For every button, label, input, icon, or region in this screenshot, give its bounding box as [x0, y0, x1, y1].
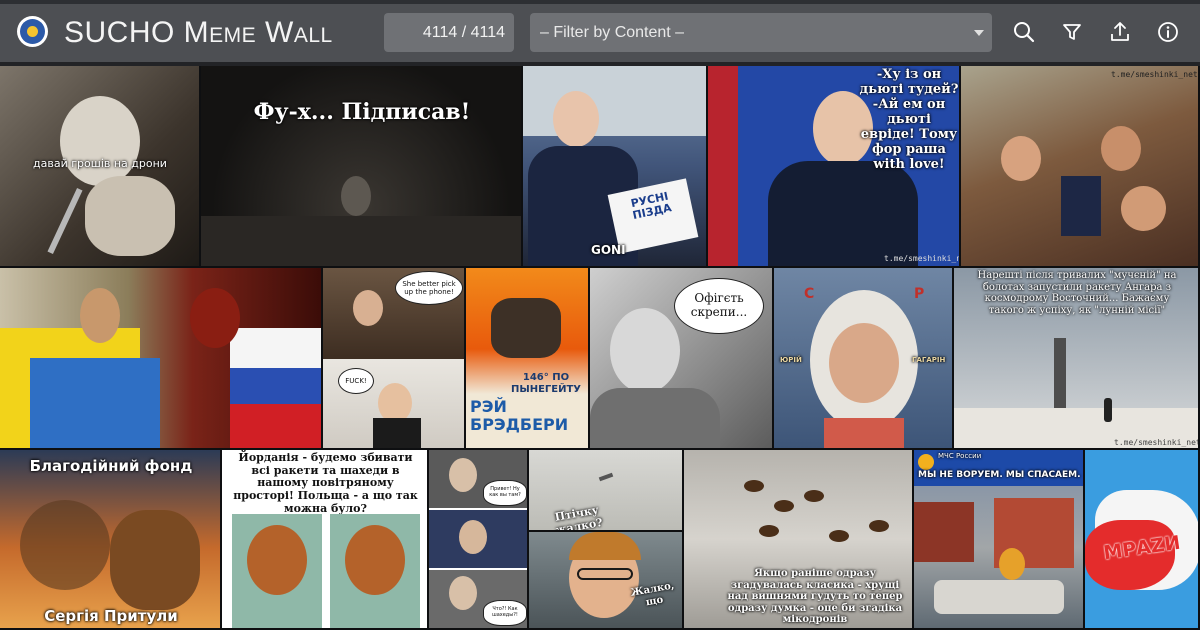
meme-counter: 4114 / 4114 — [384, 13, 514, 52]
meme-caption: давай грошів на дрони — [33, 157, 167, 170]
filter-icon[interactable] — [1059, 19, 1085, 45]
speech-bubble: FUCK! — [338, 368, 374, 394]
meme-tile-cat[interactable]: давай грошів на дрони — [0, 66, 201, 268]
speech-bubble: Офігєть скрепи... — [674, 278, 764, 334]
letters-left: С — [804, 286, 815, 302]
meme-tile-phone-call[interactable]: She better pick up the phone! FUCK! — [323, 268, 466, 450]
meme-caption-top: Благодійний фонд — [29, 457, 193, 475]
meme-tile-cossacks[interactable]: t.me/smeshinki_net — [961, 66, 1200, 268]
speech-bubble: Привет! Ну как вы там? — [483, 480, 527, 506]
top-bar: SUCHO Meme Wall 4114 / 4114 – Filter by … — [0, 0, 1200, 66]
meme-tile-raccoon[interactable]: Фу-х... Підписав! — [201, 66, 523, 268]
meme-caption: Фу-х... Підписав! — [253, 99, 471, 125]
meme-tile-angara[interactable]: Нарешті після тривалих "мучєній" на боло… — [954, 268, 1200, 450]
meme-tile-biden-duty[interactable]: -Ху із он дьюті тудей? -Ай ем он дьюті е… — [708, 66, 961, 268]
speech-bubble: She better pick up the phone! — [395, 271, 463, 305]
meme-caption: Нарешті після тривалих "мучєній" на боло… — [977, 270, 1177, 316]
meme-caption: Птічку жалко? — [553, 503, 604, 532]
name-left: ЮРІЙ — [780, 356, 802, 364]
meme-caption: Йорданія - будемо збивати всі ракети та … — [233, 451, 418, 515]
filter-select-label: – Filter by Content – — [540, 24, 685, 41]
meme-tile-cockroaches[interactable]: Якщо раніше одразу згадувалась класика -… — [684, 450, 914, 630]
meme-org: МЧС России — [938, 452, 982, 460]
meme-tile-dog[interactable]: Благодійний фонд Сергія Притули — [0, 450, 222, 630]
meme-tile-gagarin-icon[interactable]: С Р ЮРІЙ ГАГАРІН — [774, 268, 954, 450]
meme-tile-bradbury[interactable]: 146° ПО ПЫНЕГЕЙТУ РЭЙ БРЭДБЕРИ — [466, 268, 590, 450]
meme-tile-bird[interactable]: Птічку жалко? — [529, 450, 684, 532]
meme-tile-biden-signing[interactable]: РУСНІ ПІЗДА GONI — [523, 66, 708, 268]
book-author: РЭЙ БРЭДБЕРИ — [470, 397, 569, 435]
app-title: SUCHO Meme Wall — [64, 16, 333, 49]
speech-bubble: Что?! Как шахеды?! — [483, 600, 527, 626]
info-icon[interactable] — [1155, 19, 1181, 45]
meme-caption-bottom: Сергія Притули — [44, 607, 178, 625]
meme-tile-armwrestle[interactable] — [0, 268, 323, 450]
meme-tile-mchs[interactable]: МЧС России МЫ НЕ ВОРУЕМ. МЫ СПАСАЕМ. — [914, 450, 1085, 630]
name-right: ГАГАРІН — [912, 356, 946, 364]
meme-watermark: t.me/smeshinki_net — [1114, 438, 1200, 447]
upload-icon[interactable] — [1107, 19, 1133, 45]
meme-watermark: t.me/smeshinki_net — [884, 254, 961, 263]
meme-caption: МЫ НЕ ВОРУЕМ. МЫ СПАСАЕМ. — [918, 470, 1081, 480]
chevron-down-icon — [974, 30, 984, 36]
meme-tile-map[interactable]: МРАZИ — [1085, 450, 1200, 630]
search-icon[interactable] — [1011, 19, 1037, 45]
meme-caption: Якщо раніше одразу згадувалась класика -… — [727, 568, 903, 625]
meme-logo: GONI — [591, 243, 626, 257]
book-title: 146° ПО ПЫНЕГЕЙТУ — [510, 372, 582, 395]
filter-by-content-select[interactable]: – Filter by Content – — [530, 13, 992, 52]
sucho-logo[interactable] — [17, 16, 48, 47]
meme-watermark: t.me/smeshinki_net — [1111, 70, 1198, 79]
meme-wall: давай грошів на дрони Фу-х... Підписав! … — [0, 66, 1200, 630]
letters-right: Р — [914, 286, 925, 302]
meme-tile-korolev[interactable]: Офігєть скрепи... — [590, 268, 774, 450]
meme-tile-man-glasses[interactable]: Жалко, що — [529, 532, 684, 630]
top-strip — [0, 0, 1200, 4]
meme-caption: -Ху із он дьюті тудей? -Ай ем он дьюті е… — [859, 67, 959, 172]
meme-tile-monkey[interactable]: Йорданія - будемо збивати всі ракети та … — [222, 450, 429, 630]
meme-tile-gagarin-phone[interactable]: Привет! Ну как вы там? Что?! Как шахеды?… — [429, 450, 529, 630]
